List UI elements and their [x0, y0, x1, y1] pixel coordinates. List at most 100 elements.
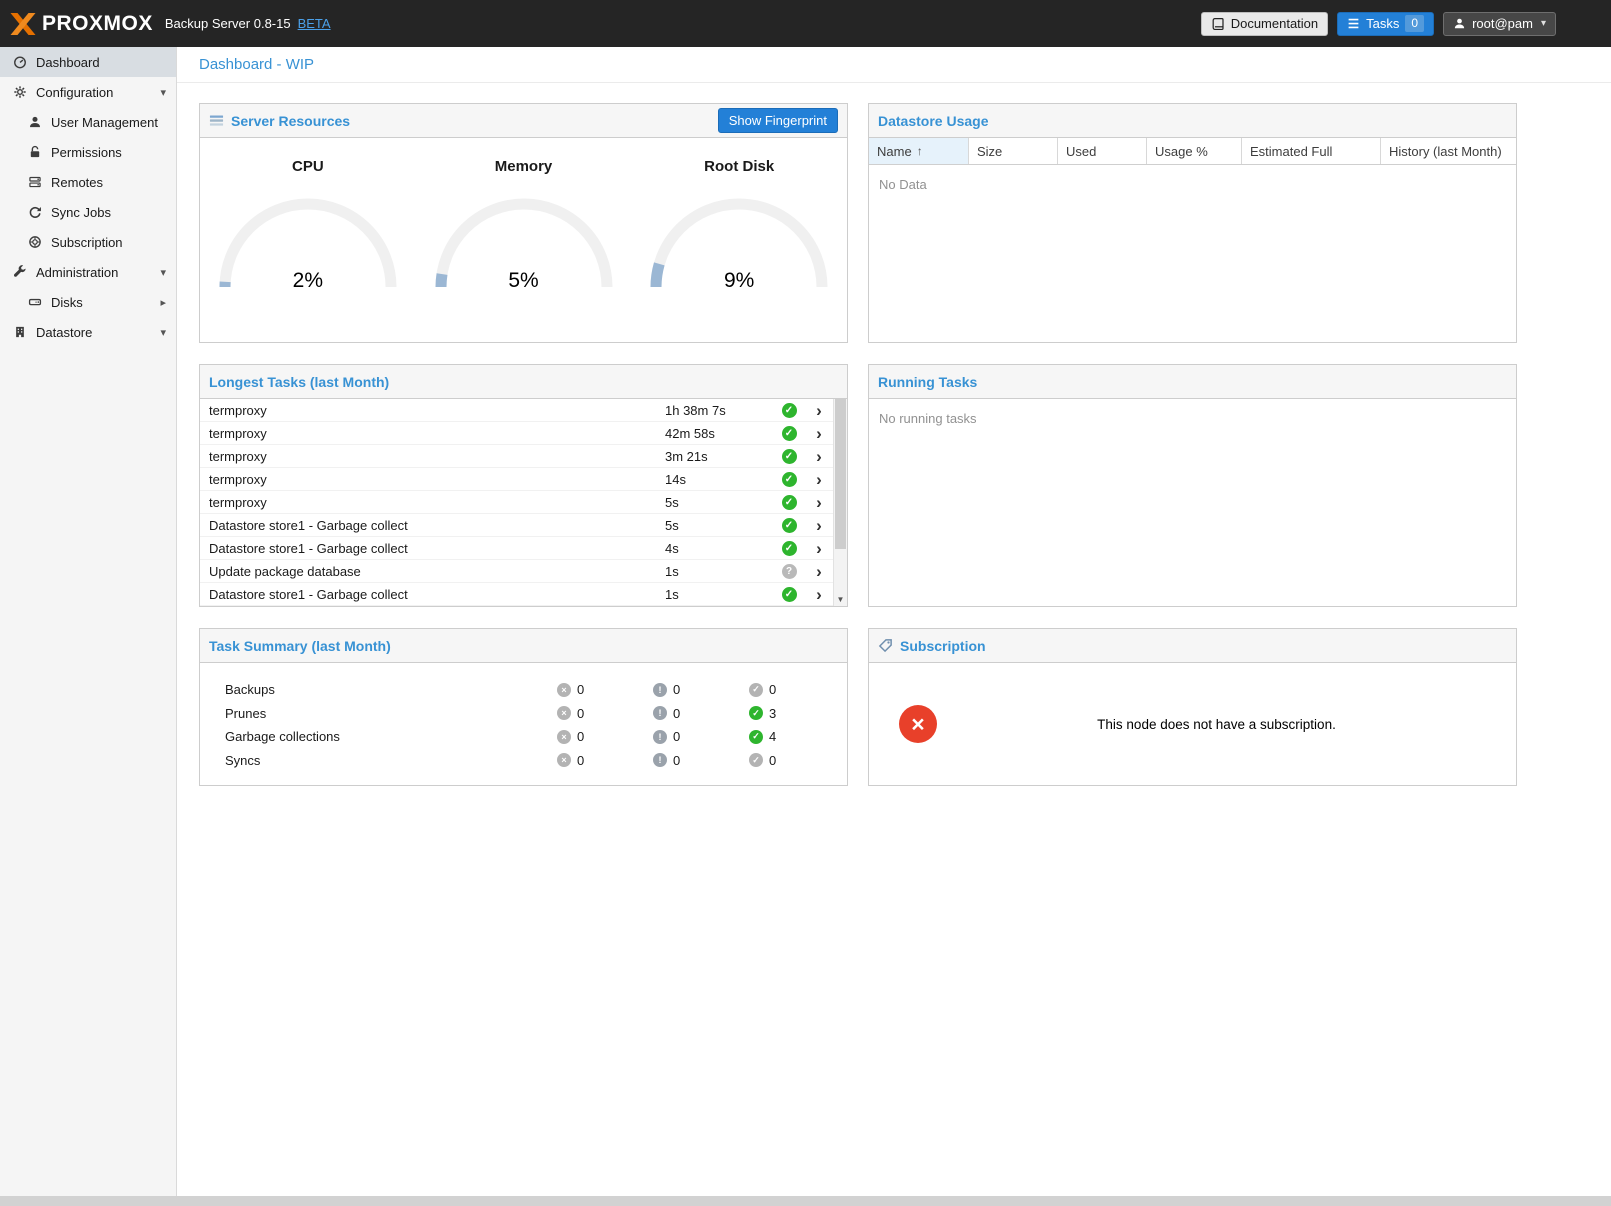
warning-count-icon: !: [653, 753, 667, 767]
gauge-label: CPU: [292, 158, 324, 175]
collapse-down-icon[interactable]: ▾: [160, 86, 166, 99]
sidebar-item-administration[interactable]: Administration ▾: [0, 257, 176, 287]
error-count: 0: [577, 753, 584, 768]
user-menu-button[interactable]: root@pam ▾: [1443, 12, 1556, 36]
task-row[interactable]: termproxy 14s ✓ ›: [200, 468, 833, 491]
bottom-edge: [0, 1196, 1611, 1206]
sidebar-item-permissions[interactable]: Permissions: [0, 137, 176, 167]
task-status-icon: ✓: [782, 426, 797, 441]
user-icon: [28, 115, 42, 129]
chevron-right-icon[interactable]: ›: [805, 425, 833, 442]
server-resources-panel: Server Resources Show Fingerprint CPU 2%: [199, 103, 848, 343]
server-resources-header: Server Resources Show Fingerprint: [200, 104, 847, 138]
tachometer-icon: [13, 55, 27, 69]
task-status-icon: ?: [782, 564, 797, 579]
product-version: Backup Server 0.8-15: [165, 16, 291, 31]
chevron-right-icon[interactable]: ›: [805, 402, 833, 419]
error-count-icon: ×: [557, 753, 571, 767]
ok-count: 0: [769, 682, 776, 697]
subscription-header: Subscription: [869, 629, 1516, 663]
task-row[interactable]: termproxy 3m 21s ✓ ›: [200, 445, 833, 468]
task-duration: 3m 21s: [665, 449, 773, 464]
sidebar: Dashboard Configuration ▾ User Managemen…: [0, 47, 177, 1196]
chevron-right-icon[interactable]: ›: [805, 540, 833, 557]
summary-row-syncs: Syncs ×0 !0 ✓0: [200, 749, 847, 773]
chevron-right-icon[interactable]: ›: [805, 471, 833, 488]
task-name: termproxy: [209, 426, 665, 441]
root-disk-gauge: Root Disk 9%: [631, 158, 847, 342]
tasks-button[interactable]: Tasks 0: [1337, 12, 1434, 36]
chevron-right-icon[interactable]: ›: [805, 563, 833, 580]
task-row[interactable]: Datastore store1 - Garbage collect 1s ✓ …: [200, 583, 833, 606]
column-header-estimated-full[interactable]: Estimated Full: [1242, 138, 1381, 164]
cpu-gauge: CPU 2%: [200, 158, 416, 342]
sidebar-item-dashboard[interactable]: Dashboard: [0, 47, 176, 77]
scrollbar-thumb[interactable]: [835, 399, 846, 549]
building-icon: [13, 325, 27, 339]
error-count: 0: [577, 682, 584, 697]
task-status-icon: ✓: [782, 472, 797, 487]
task-rows: termproxy 1h 38m 7s ✓ › termproxy 42m 58…: [200, 399, 833, 606]
dashboard-grid: Server Resources Show Fingerprint CPU 2%: [199, 103, 1517, 786]
sidebar-item-remotes[interactable]: Remotes: [0, 167, 176, 197]
sidebar-item-label: Disks: [51, 295, 83, 310]
memory-gauge: Memory 5%: [416, 158, 632, 342]
user-icon: [1453, 17, 1466, 30]
sidebar-item-label: Configuration: [36, 85, 113, 100]
ok-count-icon: ✓: [749, 753, 763, 767]
task-name: Update package database: [209, 564, 665, 579]
tasks-count-badge: 0: [1405, 15, 1424, 32]
subscription-message: This node does not have a subscription.: [937, 717, 1496, 732]
gauge-value: 9%: [646, 269, 832, 293]
sidebar-item-subscription[interactable]: Subscription: [0, 227, 176, 257]
chevron-right-icon[interactable]: ›: [805, 494, 833, 511]
scrollbar-down-arrow-icon[interactable]: ▼: [834, 592, 847, 606]
column-header-size[interactable]: Size: [969, 138, 1058, 164]
task-status-icon: ✓: [782, 518, 797, 533]
ok-count-icon: ✓: [749, 683, 763, 697]
proxmox-x-icon: [10, 12, 36, 36]
task-name: termproxy: [209, 495, 665, 510]
chevron-down-icon: ▾: [1541, 18, 1546, 29]
error-count-icon: ×: [557, 730, 571, 744]
column-header-usage-pct[interactable]: Usage %: [1147, 138, 1242, 164]
task-duration: 5s: [665, 495, 773, 510]
task-row[interactable]: Datastore store1 - Garbage collect 5s ✓ …: [200, 514, 833, 537]
task-list-scrollbar[interactable]: ▼: [833, 399, 847, 606]
panel-title: Subscription: [900, 638, 986, 654]
ticket-icon: [878, 638, 893, 653]
collapse-down-icon[interactable]: ▾: [160, 266, 166, 279]
sidebar-item-configuration[interactable]: Configuration ▾: [0, 77, 176, 107]
summary-label: Backups: [225, 682, 557, 697]
column-header-history[interactable]: History (last Month): [1381, 138, 1516, 164]
task-row[interactable]: Update package database 1s ? ›: [200, 560, 833, 583]
task-row[interactable]: termproxy 42m 58s ✓ ›: [200, 422, 833, 445]
topbar-actions: Documentation Tasks 0 root@pam ▾: [1201, 12, 1556, 36]
longest-tasks-header: Longest Tasks (last Month): [200, 365, 847, 399]
task-row[interactable]: Datastore store1 - Garbage collect 4s ✓ …: [200, 537, 833, 560]
task-row[interactable]: termproxy 1h 38m 7s ✓ ›: [200, 399, 833, 422]
chevron-right-icon[interactable]: ›: [805, 448, 833, 465]
gauge-label: Memory: [495, 158, 553, 175]
sidebar-item-datastore[interactable]: Datastore ▾: [0, 317, 176, 347]
sidebar-item-label: Subscription: [51, 235, 123, 250]
sidebar-item-user-management[interactable]: User Management: [0, 107, 176, 137]
longest-tasks-panel: Longest Tasks (last Month) termproxy 1h …: [199, 364, 848, 607]
sidebar-item-disks[interactable]: Disks ▸: [0, 287, 176, 317]
collapse-down-icon[interactable]: ▾: [160, 326, 166, 339]
column-header-used[interactable]: Used: [1058, 138, 1147, 164]
beta-link[interactable]: BETA: [298, 16, 331, 31]
show-fingerprint-button[interactable]: Show Fingerprint: [718, 108, 838, 133]
warning-count-icon: !: [653, 683, 667, 697]
summary-row-garbage-collections: Garbage collections ×0 !0 ✓4: [200, 725, 847, 749]
chevron-right-icon[interactable]: ›: [805, 586, 833, 603]
sidebar-item-sync-jobs[interactable]: Sync Jobs: [0, 197, 176, 227]
column-header-name[interactable]: Name ↑: [869, 138, 969, 164]
datastore-usage-header: Datastore Usage: [869, 104, 1516, 138]
chevron-right-icon[interactable]: ›: [805, 517, 833, 534]
documentation-button[interactable]: Documentation: [1201, 12, 1328, 36]
summary-row-backups: Backups ×0 !0 ✓0: [200, 678, 847, 702]
task-status-icon: ✓: [782, 541, 797, 556]
expand-right-icon[interactable]: ▸: [160, 296, 166, 309]
task-row[interactable]: termproxy 5s ✓ ›: [200, 491, 833, 514]
